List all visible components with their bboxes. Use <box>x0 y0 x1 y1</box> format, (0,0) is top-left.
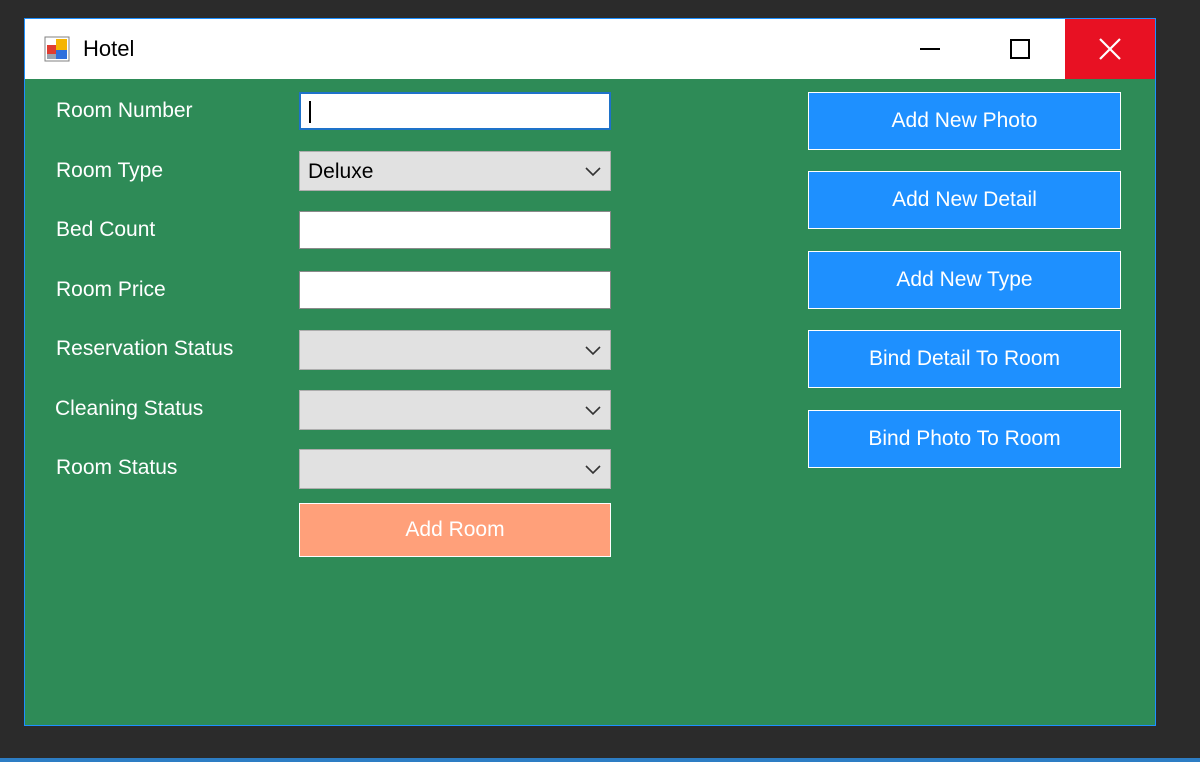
taskbar-edge <box>0 758 1200 762</box>
hotel-window: Hotel Room Number Room Type Bed Count Ro… <box>24 18 1156 726</box>
chevron-down-icon <box>585 167 601 177</box>
room-number-field[interactable] <box>299 92 611 130</box>
close-button[interactable] <box>1065 19 1155 79</box>
bed-count-label: Bed Count <box>56 218 156 241</box>
room-status-select[interactable] <box>299 449 611 489</box>
minimize-button[interactable] <box>885 19 975 79</box>
reservation-status-label: Reservation Status <box>56 337 234 360</box>
add-room-button[interactable]: Add Room <box>299 503 611 557</box>
room-type-select[interactable]: Deluxe <box>299 151 611 191</box>
add-new-type-button[interactable]: Add New Type <box>808 251 1121 309</box>
desktop: Hotel Room Number Room Type Bed Count Ro… <box>0 0 1200 762</box>
bind-photo-to-room-button[interactable]: Bind Photo To Room <box>808 410 1121 468</box>
window-title: Hotel <box>83 36 135 61</box>
room-number-label: Room Number <box>56 99 193 122</box>
title-bar[interactable]: Hotel <box>25 19 1155 79</box>
room-status-label: Room Status <box>56 456 178 479</box>
reservation-status-select[interactable] <box>299 330 611 370</box>
chevron-down-icon <box>585 465 601 475</box>
text-caret <box>309 101 311 123</box>
app-icon <box>44 36 70 62</box>
form-panel: Room Number Room Type Bed Count Room Pri… <box>25 79 1155 725</box>
chevron-down-icon <box>585 406 601 416</box>
chevron-down-icon <box>585 346 601 356</box>
room-price-field[interactable] <box>299 271 611 309</box>
cleaning-status-select[interactable] <box>299 390 611 430</box>
room-type-value: Deluxe <box>308 160 374 183</box>
maximize-icon <box>1010 39 1030 59</box>
bed-count-field[interactable] <box>299 211 611 249</box>
add-new-photo-button[interactable]: Add New Photo <box>808 92 1121 150</box>
room-type-label: Room Type <box>56 159 163 182</box>
room-price-label: Room Price <box>56 278 166 301</box>
close-icon <box>1099 38 1121 60</box>
cleaning-status-label: Cleaning Status <box>55 397 204 420</box>
add-new-detail-button[interactable]: Add New Detail <box>808 171 1121 229</box>
bind-detail-to-room-button[interactable]: Bind Detail To Room <box>808 330 1121 388</box>
maximize-button[interactable] <box>975 19 1065 79</box>
minimize-icon <box>920 48 940 50</box>
